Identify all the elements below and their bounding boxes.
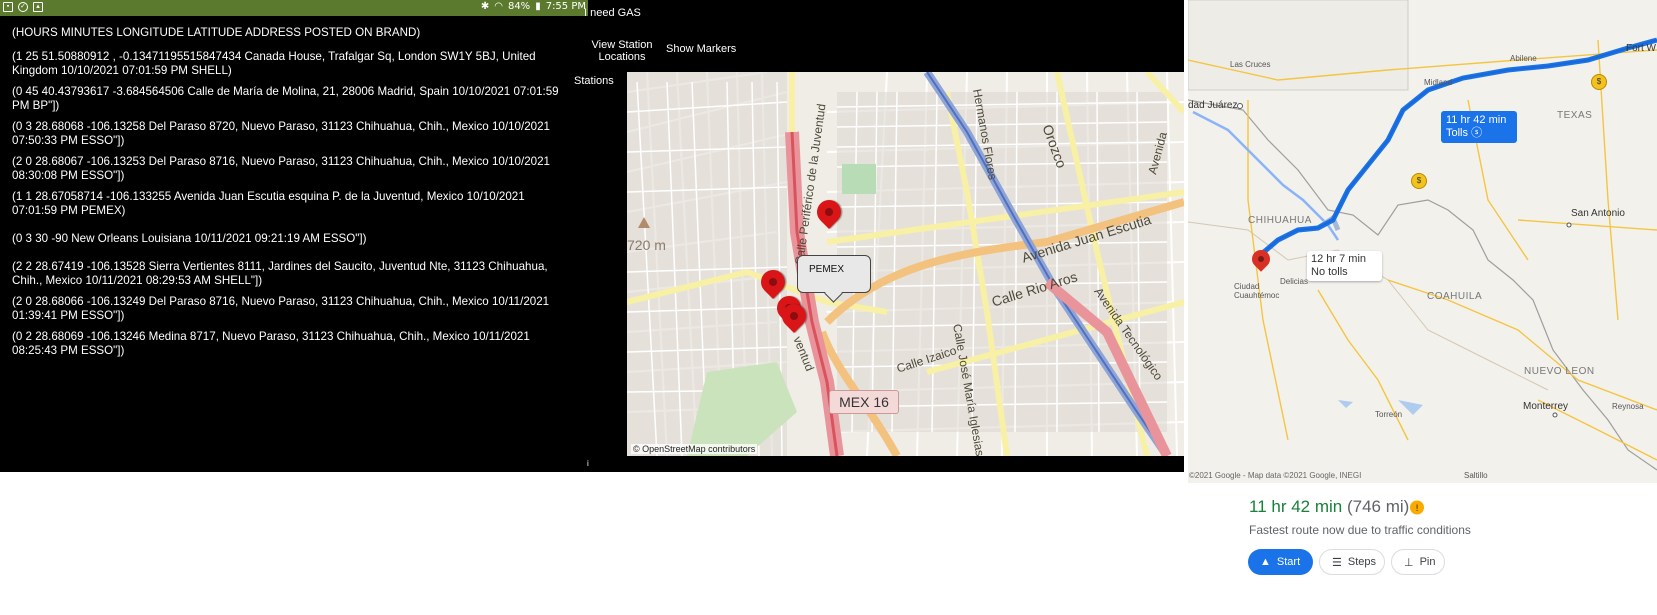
map-place-label: Las Cruces [1230,60,1271,69]
list-item: (2 0 28.68067 -106.13253 Del Paraso 8716… [12,155,550,182]
list-item: (0 3 30 -90 New Orleans Louisiana 10/11/… [12,232,367,245]
callout-label: PEMEX [809,264,845,275]
list-item: (0 3 28.68068 -106.13258 Del Paraso 8720… [12,120,550,147]
map-region-label: COAHUILA [1427,291,1483,302]
route-summary: 11 hr 42 min (746 mi) [1249,497,1409,517]
highway-shield: MEX 16 [829,390,899,414]
alt-route-time: 12 hr 7 min [1311,253,1367,265]
app-toolbar: I need GAS View Station Locations Show M… [574,0,1184,87]
map-region-label: TEXAS [1557,110,1593,121]
map-place-label: San Antonio [1571,208,1625,219]
bluetooth-icon: ✱ [480,1,490,12]
google-map[interactable]: Las Cruces Abilene Fort W dad Juárez Mid… [1188,0,1657,483]
screenshot-composite: ▪ ✓ ▴ ✱ ◠ 84% ▮ 7:55 PM (HOURS MINUTES L… [0,0,1657,615]
shield-icon: ✓ [18,2,28,12]
map-place-label: Midland [1424,78,1453,87]
view-station-locations-button[interactable]: View Station Locations [580,39,664,63]
battery-percent: 84% [507,1,531,12]
map-place-label: Delicias [1280,277,1309,286]
alt-route-note: No tolls [1311,266,1348,278]
toll-icon: $ [1591,74,1607,90]
navigation-arrow-icon: ▲ [1260,556,1271,568]
image-icon: ▪ [3,2,13,12]
route-description: Fastest route now due to traffic conditi… [1249,523,1471,537]
station-records-list: (HOURS MINUTES LONGITUDE LATITUDE ADDRES… [12,26,572,365]
osm-map-tiles [627,72,1184,456]
marker-callout: PEMEX [797,255,871,293]
osm-map[interactable]: 720 m Calle Periférico de la Juventud Or… [627,72,1184,456]
list-item: (0 2 28.68069 -106.13246 Medina 8717, Nu… [12,330,530,357]
map-attribution[interactable]: © OpenStreetMap contributors [631,444,758,454]
map-place-label: Abilene [1510,54,1537,63]
warning-icon: ! [1410,500,1424,515]
list-icon: ☰ [1332,556,1342,569]
route-no-tolls-badge[interactable]: 12 hr 7 min No tolls [1307,251,1382,281]
pushpin-icon: ⊥ [1404,556,1414,569]
map-place-label: dad Juárez [1188,100,1238,111]
start-label: Start [1276,556,1301,568]
list-item: (2 0 28.68066 -106.13249 Del Paraso 8716… [12,295,550,322]
status-bar: ▪ ✓ ▴ ✱ ◠ 84% ▮ 7:55 PM [0,0,588,16]
route-tolls-badge[interactable]: 11 hr 42 min Tolls ⓢ [1441,111,1517,143]
need-gas-button[interactable]: I need GAS [584,7,641,19]
list-item: (1 25 51.50880912 , -0.13471195515847434… [12,50,536,77]
show-markers-button[interactable]: Show Markers [666,43,736,55]
pin-button[interactable]: ⊥ Pin [1391,549,1445,575]
toll-icon: $ [1411,173,1427,189]
list-item: (2 2 28.67419 -106.13528 Sierra Vertient… [12,260,548,287]
route-note: Tolls [1446,127,1469,139]
elevation-label: 720 m [627,237,666,253]
chart-icon: ▴ [33,2,43,12]
records-header: (HOURS MINUTES LONGITUDE LATITUDE ADDRES… [12,26,421,39]
list-item: (0 45 40.43793617 -3.684564506 Calle de … [12,85,559,112]
google-map-tiles [1188,0,1657,483]
map-place-label: Fort W [1626,43,1656,54]
map-region-label: NUEVO LEON [1524,366,1595,377]
info-glyph: i [587,459,589,468]
steps-label: Steps [1347,556,1377,568]
gas-app-screen: ▪ ✓ ▴ ✱ ◠ 84% ▮ 7:55 PM (HOURS MINUTES L… [0,0,1184,472]
map-place-label: Saltillo [1464,471,1488,480]
toll-info-icon: ⓢ [1471,127,1483,139]
route-time: 11 hr 42 min [1446,114,1507,126]
wifi-icon: ◠ [494,1,503,12]
map-place-label: Monterrey [1523,401,1569,412]
route-distance: (746 mi) [1346,497,1410,516]
route-bottom-sheet: 11 hr 42 min (746 mi) ! Fastest route no… [1188,483,1657,615]
steps-button[interactable]: ☰ Steps [1319,549,1385,575]
list-item: (1 1 28.67058714 -106.133255 Avenida Jua… [12,190,525,217]
peak-icon [638,217,650,228]
stations-label[interactable]: Stations [574,75,614,87]
map-place-label: Torreón [1375,410,1403,419]
google-map-attribution: ©2021 Google - Map data ©2021 Google, IN… [1189,471,1362,480]
map-region-label: CHIHUAHUA [1248,215,1312,226]
battery-icon: ▮ [535,1,541,12]
svg-text:!: ! [1415,504,1419,514]
route-duration: 11 hr 42 min [1249,497,1343,516]
map-place-label: Ciudad Cuauhtémoc [1234,282,1280,300]
pin-label: Pin [1419,556,1436,568]
start-button[interactable]: ▲ Start [1248,549,1313,575]
map-place-label: Reynosa [1612,402,1644,411]
